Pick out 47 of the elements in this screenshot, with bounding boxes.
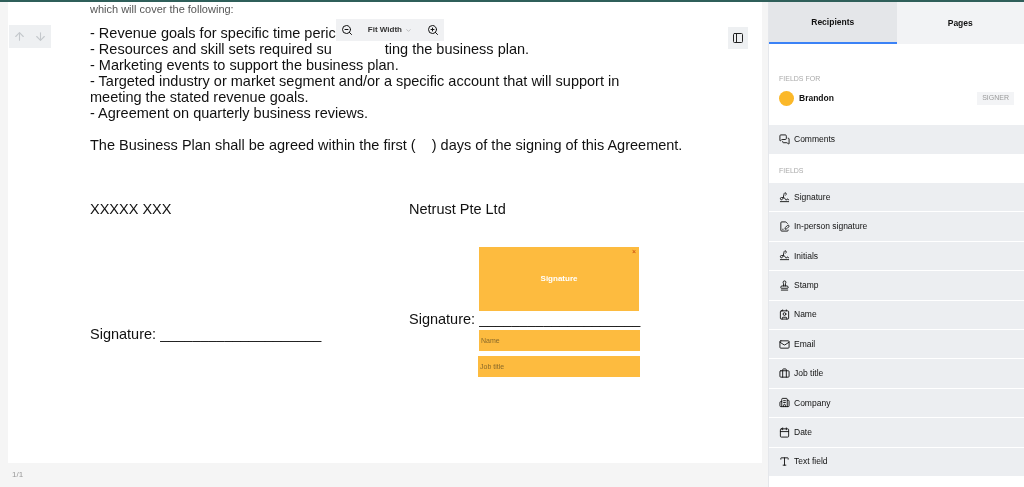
field-item[interactable]: Email (769, 329, 1024, 359)
recipient-name: Brandon (799, 92, 834, 105)
zoom-dropdown[interactable]: Fit Width (357, 22, 422, 38)
signature-line: Signature: ____________________ (90, 326, 322, 342)
sidebar-tab[interactable]: Pages (896, 2, 1024, 44)
panel-icon (732, 32, 744, 44)
field-item[interactable]: Job title (769, 359, 1024, 388)
building-icon (779, 397, 790, 409)
calendar-icon (779, 426, 790, 438)
field-item[interactable]: Stamp (769, 271, 1024, 300)
field-item[interactable]: Text field (769, 447, 1024, 476)
document-text: - Marketing events to support the business plan. (90, 57, 400, 73)
stamp-icon (779, 279, 790, 291)
caret-icon (404, 26, 412, 34)
signature-icon (779, 250, 790, 262)
sidebar-tab[interactable]: Recipients (769, 2, 897, 44)
field-item[interactable]: Name (769, 300, 1024, 329)
document-text: which will cover the following: (90, 3, 235, 15)
chat-bubbles-icon (779, 133, 790, 145)
signature-line: Signature: ____________________ (409, 311, 641, 327)
document-text: - Agreement on quarterly business reviews. (90, 105, 370, 121)
field-item[interactable]: Date (769, 418, 1024, 447)
text-icon (779, 456, 790, 468)
document-text: - Revenue goals for specific time peric (90, 25, 336, 41)
document-text: ting the business plan. (384, 41, 530, 57)
document-text: - Resources and skill sets required su (90, 41, 332, 57)
signature-icon (779, 191, 790, 203)
zoom-out-icon (340, 24, 353, 36)
party-name: XXXXX XXX (90, 201, 172, 217)
arrow-down-icon (34, 30, 47, 43)
comments-button[interactable]: Comments (769, 124, 1024, 154)
contact-card-icon (779, 309, 790, 321)
envelope-icon (779, 338, 790, 350)
field-item[interactable]: Signature (769, 183, 1024, 212)
zoom-in-icon (426, 24, 439, 36)
field-item[interactable]: Company (769, 388, 1024, 418)
arrow-up-icon (13, 30, 26, 43)
field-item[interactable]: Initials (769, 241, 1024, 271)
page-indicator: 1/1 (12, 469, 24, 481)
field-item[interactable]: In-person signature (769, 212, 1024, 241)
document-text: - Targeted industry or market segment and/or a specific account that will support in meeting the stated revenue goals. (90, 73, 621, 105)
briefcase-icon (779, 368, 790, 380)
party-name: Netrust Pte Ltd (409, 201, 506, 217)
document-text: The Business Plan shall be agreed within the first ( ) days of the signing of this Agreement. (90, 137, 684, 153)
document-pen-icon (779, 221, 790, 233)
panel-toggle-button[interactable] (728, 27, 748, 49)
field-label: Signature (540, 273, 578, 285)
